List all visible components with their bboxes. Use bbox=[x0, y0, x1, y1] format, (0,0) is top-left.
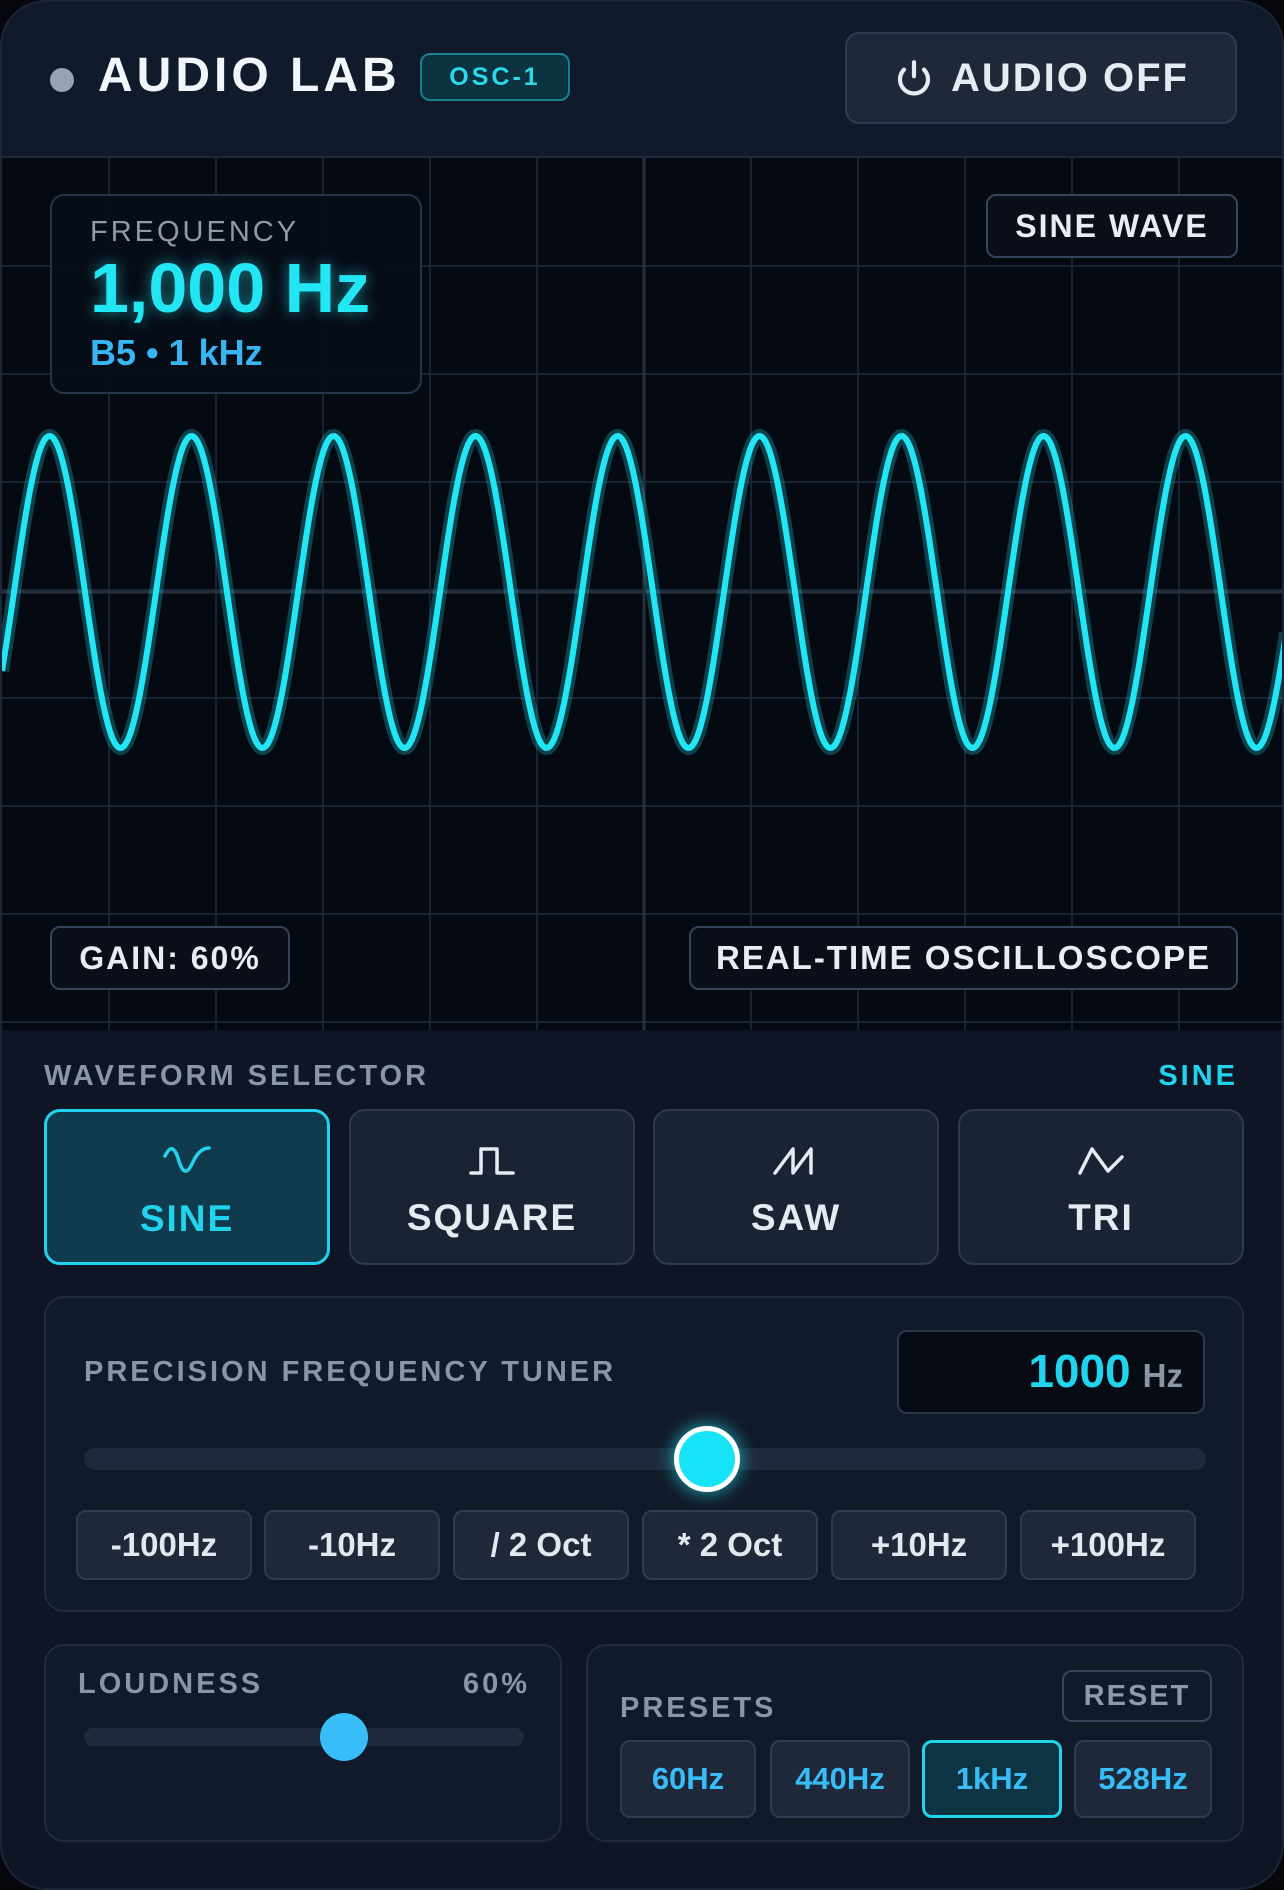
preset-440hz-button[interactable]: 440Hz bbox=[770, 1740, 910, 1818]
power-icon bbox=[897, 60, 931, 96]
loudness-panel: LOUDNESS 60% bbox=[44, 1644, 562, 1842]
mode-tag: REAL-TIME OSCILLOSCOPE bbox=[689, 926, 1238, 990]
square-wave-icon bbox=[469, 1147, 515, 1175]
preset-528hz-button[interactable]: 528Hz bbox=[1074, 1740, 1212, 1818]
tuner-label: PRECISION FREQUENCY TUNER bbox=[84, 1356, 617, 1388]
status-indicator bbox=[50, 68, 74, 92]
audio-toggle-label: AUDIO OFF bbox=[951, 55, 1189, 100]
waveform-saw-button[interactable]: SAW bbox=[653, 1109, 939, 1265]
octave-down-button[interactable]: / 2 Oct bbox=[453, 1510, 629, 1580]
octave-up-button[interactable]: * 2 Oct bbox=[642, 1510, 818, 1580]
gain-tag: GAIN: 60% bbox=[50, 926, 290, 990]
waveform-sine-label: SINE bbox=[139, 1198, 235, 1239]
header-bar: AUDIO LAB OSC-1 AUDIO OFF bbox=[2, 2, 1282, 158]
step-minus-10-button[interactable]: -10Hz bbox=[264, 1510, 440, 1580]
presets-panel: PRESETS RESET 60Hz 440Hz 1kHz 528Hz bbox=[586, 1644, 1244, 1842]
oscilloscope-display: FREQUENCY 1,000 Hz B5 • 1 kHz SINE WAVE … bbox=[2, 158, 1282, 1030]
loudness-label: LOUDNESS bbox=[78, 1668, 264, 1700]
waveform-square-button[interactable]: SQUARE bbox=[349, 1109, 635, 1265]
loudness-slider-thumb[interactable] bbox=[320, 1713, 368, 1761]
waveform-tri-label: TRI bbox=[1068, 1197, 1134, 1238]
tuner-frequency-unit: Hz bbox=[1142, 1357, 1183, 1394]
loudness-slider-track[interactable] bbox=[84, 1728, 524, 1746]
app-frame: AUDIO LAB OSC-1 AUDIO OFF FREQUENCY 1,00… bbox=[0, 0, 1284, 1890]
waveform-tag: SINE WAVE bbox=[986, 194, 1238, 258]
frequency-value: 1,000 Hz bbox=[90, 249, 371, 327]
presets-label: PRESETS bbox=[620, 1692, 777, 1724]
step-minus-100-button[interactable]: -100Hz bbox=[76, 1510, 252, 1580]
saw-wave-icon bbox=[773, 1147, 813, 1175]
sine-wave-icon bbox=[163, 1146, 211, 1173]
tuner-slider-track[interactable] bbox=[84, 1448, 1206, 1470]
reset-button[interactable]: RESET bbox=[1062, 1670, 1212, 1722]
tuner-frequency-field[interactable]: 1000 Hz bbox=[897, 1330, 1205, 1414]
tuner-frequency-value: 1000 bbox=[1028, 1345, 1131, 1397]
waveform-selector-label: WAVEFORM SELECTOR bbox=[44, 1060, 430, 1092]
step-plus-100-button[interactable]: +100Hz bbox=[1020, 1510, 1196, 1580]
frequency-tuner-panel: PRECISION FREQUENCY TUNER 1000 Hz -100Hz… bbox=[44, 1296, 1244, 1612]
frequency-readout: FREQUENCY 1,000 Hz B5 • 1 kHz bbox=[50, 194, 422, 394]
app-title: AUDIO LAB bbox=[98, 49, 401, 102]
waveform-square-label: SQUARE bbox=[406, 1197, 578, 1238]
preset-1khz-button[interactable]: 1kHz bbox=[922, 1740, 1062, 1818]
waveform-sine-button[interactable]: SINE bbox=[44, 1109, 330, 1265]
triangle-wave-icon bbox=[1078, 1147, 1124, 1175]
frequency-note: B5 • 1 kHz bbox=[90, 332, 263, 373]
audio-toggle-button[interactable]: AUDIO OFF bbox=[845, 32, 1237, 124]
loudness-value: 60% bbox=[462, 1668, 530, 1700]
waveform-tri-button[interactable]: TRI bbox=[958, 1109, 1244, 1265]
step-plus-10-button[interactable]: +10Hz bbox=[831, 1510, 1007, 1580]
waveform-saw-label: SAW bbox=[750, 1197, 842, 1238]
tuner-slider-thumb[interactable] bbox=[674, 1426, 740, 1492]
frequency-label: FREQUENCY bbox=[90, 216, 300, 248]
waveform-selector-current: SINE bbox=[1158, 1060, 1238, 1092]
oscillator-badge: OSC-1 bbox=[420, 53, 570, 101]
preset-60hz-button[interactable]: 60Hz bbox=[620, 1740, 756, 1818]
